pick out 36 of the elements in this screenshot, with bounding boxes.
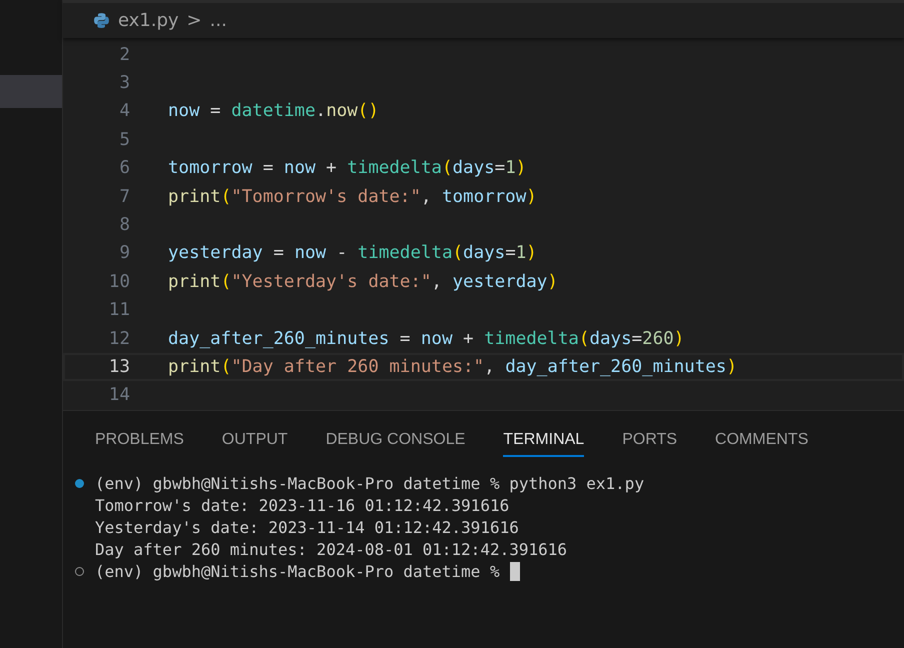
line-number: 6 <box>118 158 130 178</box>
line-number: 13 <box>108 356 130 377</box>
breadcrumb-file[interactable]: ex1.py <box>118 10 179 32</box>
python-icon <box>93 12 110 30</box>
terminal-prompt: (env) gbwbh@Nitishs-MacBook-Pro datetime % python3 ex1.py <box>95 474 644 494</box>
panel-tab[interactable]: COMMENTS <box>715 426 808 457</box>
code-line: print("Yesterday's date:", yesterday) <box>168 272 558 292</box>
panel-tab[interactable]: PROBLEMS <box>95 426 184 457</box>
terminal-output: Tomorrow's date: 2023-11-16 01:12:42.391616 <box>95 496 510 516</box>
line-number: 11 <box>108 300 130 320</box>
code-line: day_after_260_minutes = now + timedelta(days=260) <box>168 328 684 349</box>
line-number: 3 <box>118 73 130 94</box>
line-number: 4 <box>118 101 130 122</box>
panel-tab[interactable]: DEBUG CONSOLE <box>326 426 466 457</box>
terminal-prompt: (env) gbwbh@Nitishs-MacBook-Pro datetime % <box>95 562 500 582</box>
line-number: 8 <box>118 214 130 235</box>
panel-tab[interactable]: OUTPUT <box>222 426 288 457</box>
line-number: 10 <box>108 272 130 292</box>
breadcrumb-more[interactable]: ... <box>210 10 227 32</box>
sidebar-selected-item[interactable] <box>0 75 62 108</box>
code-line: yesterday = now - timedelta(days=1) <box>168 243 537 264</box>
line-number: 9 <box>118 243 130 264</box>
panel-tab[interactable]: PORTS <box>622 426 678 457</box>
line-number: 2 <box>118 44 130 65</box>
terminal-output: Day after 260 minutes: 2024-08-01 01:12:42.391616 <box>95 540 568 560</box>
line-number: 14 <box>108 385 130 406</box>
line-number: 7 <box>118 186 130 207</box>
code-line: now = datetime.now() <box>168 101 379 122</box>
terminal-output: Yesterday's date: 2023-11-14 01:12:42.391616 <box>95 518 519 538</box>
line-number: 5 <box>118 130 130 150</box>
panel-tab[interactable]: TERMINAL <box>503 426 584 457</box>
code-line: tomorrow = now + timedelta(days=1) <box>168 158 526 178</box>
breadcrumb-separator: > <box>186 10 202 32</box>
line-number: 12 <box>108 328 130 349</box>
code-line: print("Tomorrow's date:", tomorrow) <box>168 186 537 207</box>
code-line: print("Day after 260 minutes:", day_after_260_minutes) <box>168 356 737 377</box>
